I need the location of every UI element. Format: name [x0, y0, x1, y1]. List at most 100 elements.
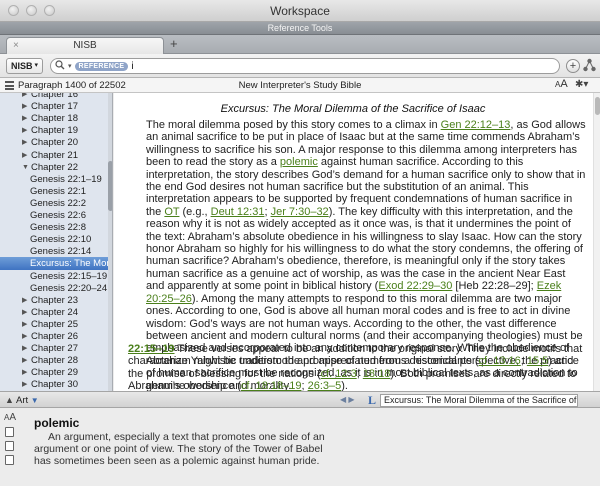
sidebar-chapter[interactable]: ▶ Chapter 24	[0, 306, 108, 319]
sidebar-chapter[interactable]: ▼ Chapter 22	[0, 161, 108, 174]
reference-pill[interactable]: REFERENCE	[74, 61, 129, 71]
sidebar-chapter[interactable]: ▶ Chapter 29	[0, 366, 108, 379]
sidebar-section[interactable]: Genesis 22:15–19	[0, 270, 108, 283]
reference-link[interactable]: Exod 22:29–30	[378, 280, 452, 292]
disclosure-closed-icon[interactable]: ▶	[22, 136, 30, 149]
disclosure-closed-icon[interactable]: ▶	[22, 294, 30, 307]
location-field[interactable]: Excursus: The Moral Dilemma of the Sacri…	[380, 394, 578, 407]
sidebar-section[interactable]: Excursus: The Moral…	[0, 257, 108, 271]
sidebar-section[interactable]: Genesis 22:14	[0, 245, 108, 258]
text-run: ).	[341, 380, 348, 391]
sidebar-item-label: Genesis 22:2	[30, 197, 86, 209]
disclosure-closed-icon[interactable]: ▶	[22, 366, 30, 379]
reference-link[interactable]: cf. 12:3	[321, 368, 357, 380]
sidebar-section[interactable]: Genesis 22:8	[0, 221, 108, 234]
tab-nisb[interactable]: × NISB	[6, 37, 164, 54]
sidebar-item-label: Genesis 22:10	[30, 234, 92, 246]
reference-link[interactable]: Deut 12:31	[211, 206, 265, 218]
reference-link[interactable]: 18:18	[363, 368, 391, 380]
disclosure-closed-icon[interactable]: ▶	[22, 378, 30, 391]
sidebar-section[interactable]: Genesis 22:2	[0, 197, 108, 210]
sidebar-chapter[interactable]: ▶ Chapter 26	[0, 330, 108, 343]
sidebar-item-label: Chapter 22	[31, 161, 79, 173]
excursus-title: Excursus: The Moral Dilemma of the Sacri…	[220, 103, 486, 115]
add-tab-button[interactable]: +	[170, 37, 178, 51]
sidebar-chapter[interactable]: ▶ Chapter 20	[0, 136, 108, 149]
sidebar-section[interactable]: Genesis 22:20–24	[0, 282, 108, 295]
sidebar-section[interactable]: Genesis 22:6	[0, 209, 108, 222]
sidebar-chapter[interactable]: ▶ Chapter 17	[0, 100, 108, 113]
reference-link[interactable]: 26:3–5	[308, 380, 342, 391]
sidebar-chapter[interactable]: ▶ Chapter 30	[0, 378, 108, 391]
sidebar-chapter[interactable]: ▶ Chapter 28	[0, 354, 108, 367]
sidebar-chapter[interactable]: ▶ Chapter 21	[0, 149, 108, 162]
bottom-bar: ▲ Art ▼ ◀ ▶ L Excursus: The Moral Dilemm…	[0, 391, 600, 408]
logos-link-icon[interactable]: L	[368, 393, 376, 408]
sidebar-chapter[interactable]: ▶ Chapter 18	[0, 112, 108, 125]
copy-icon[interactable]	[5, 427, 14, 437]
sidebar-section[interactable]: Genesis 22:10	[0, 233, 108, 246]
disclosure-closed-icon[interactable]: ▶	[22, 354, 30, 367]
nav-arrows[interactable]: ◀ ▶	[340, 395, 355, 404]
print-icon[interactable]	[5, 455, 14, 465]
sidebar-section[interactable]: Genesis 22:1–19	[0, 173, 108, 186]
search-input[interactable]: ▾ REFERENCE i	[50, 58, 560, 74]
sidebar-item-label: Chapter 19	[31, 125, 79, 137]
sidebar-item-label: Genesis 22:8	[30, 222, 86, 234]
disclosure-closed-icon[interactable]: ▶	[22, 306, 30, 319]
sidebar-chapter[interactable]: ▶ Chapter 23	[0, 294, 108, 307]
sidebar-item-label: Chapter 30	[31, 379, 79, 391]
search-dropdown-icon[interactable]: ▾	[68, 62, 72, 70]
lookup-panel: AA polemic An argument, especially a tex…	[0, 408, 600, 486]
sidebar-chapter[interactable]: ▶ Chapter 27	[0, 342, 108, 355]
lookup-word: polemic	[34, 416, 80, 430]
add-button[interactable]: +	[566, 59, 580, 73]
collapse-triangle-icon[interactable]: ▲	[5, 395, 14, 405]
share-icon[interactable]	[583, 58, 596, 76]
reference-link[interactable]: 15:5	[527, 355, 548, 367]
disclosure-closed-icon[interactable]: ▶	[22, 330, 30, 343]
sidebar-chapter[interactable]: ▶ Chapter 19	[0, 124, 108, 137]
sidebar-section[interactable]: Genesis 22:1	[0, 185, 108, 198]
sidebar-item-label: Chapter 23	[31, 294, 79, 306]
search-text: i	[131, 60, 134, 72]
source-select[interactable]: NISB ▾	[6, 58, 44, 74]
sidebar-scroll-thumb[interactable]	[108, 161, 112, 211]
art-toggle[interactable]: Art ▼	[16, 395, 39, 406]
sidebar-item-label: Chapter 28	[31, 355, 79, 367]
tab-label: NISB	[73, 40, 97, 51]
note-icon[interactable]	[5, 441, 14, 451]
reference-link[interactable]: polemic	[280, 156, 318, 168]
reading-pane: Excursus: The Moral Dilemma of the Sacri…	[114, 93, 600, 391]
reference-link[interactable]: Jer 7:30–32	[271, 206, 329, 218]
reference-link[interactable]: OT	[164, 206, 179, 218]
tab-row: × NISB +	[0, 35, 600, 54]
sidebar-scrollbar[interactable]	[108, 93, 112, 391]
sidebar-item-label: Chapter 18	[31, 113, 79, 125]
disclosure-closed-icon[interactable]: ▶	[22, 100, 30, 113]
commentary-paragraph: 22:15–19 These verses appear to be an ad…	[128, 343, 586, 391]
sidebar-chapter[interactable]: ▶ Chapter 25	[0, 318, 108, 331]
subtitle-strip: Reference Tools	[0, 22, 600, 35]
reference-link[interactable]: Gen 22:12–13	[441, 119, 511, 131]
art-dropdown-icon: ▼	[30, 396, 39, 405]
content-scrollbar[interactable]	[593, 93, 600, 391]
reference-link[interactable]: cf. 18:18–19	[241, 380, 302, 391]
font-size-icon[interactable]: AA	[555, 78, 568, 90]
disclosure-closed-icon[interactable]: ▶	[22, 149, 30, 162]
disclosure-closed-icon[interactable]: ▶	[22, 124, 30, 137]
disclosure-closed-icon[interactable]: ▶	[22, 318, 30, 331]
reference-link[interactable]: 22:15–19	[128, 343, 175, 355]
sidebar-item-label: Chapter 24	[31, 306, 79, 318]
gear-icon[interactable]: ✱▾	[575, 79, 588, 90]
sidebar-item-label: Genesis 22:1–19	[30, 173, 102, 185]
content-scroll-thumb[interactable]	[595, 97, 600, 115]
sidebar-item-label: Chapter 27	[31, 343, 79, 355]
reference-link[interactable]: cf. 13:16	[479, 355, 521, 367]
disclosure-closed-icon[interactable]: ▶	[22, 342, 30, 355]
lookup-font-size-icon[interactable]: AA	[4, 412, 20, 423]
disclosure-closed-icon[interactable]: ▶	[22, 112, 30, 125]
disclosure-open-icon[interactable]: ▼	[22, 161, 30, 174]
text-run: The moral dilemma posed by this story co…	[146, 119, 441, 131]
toolbar: NISB ▾ ▾ REFERENCE i +	[0, 54, 600, 78]
